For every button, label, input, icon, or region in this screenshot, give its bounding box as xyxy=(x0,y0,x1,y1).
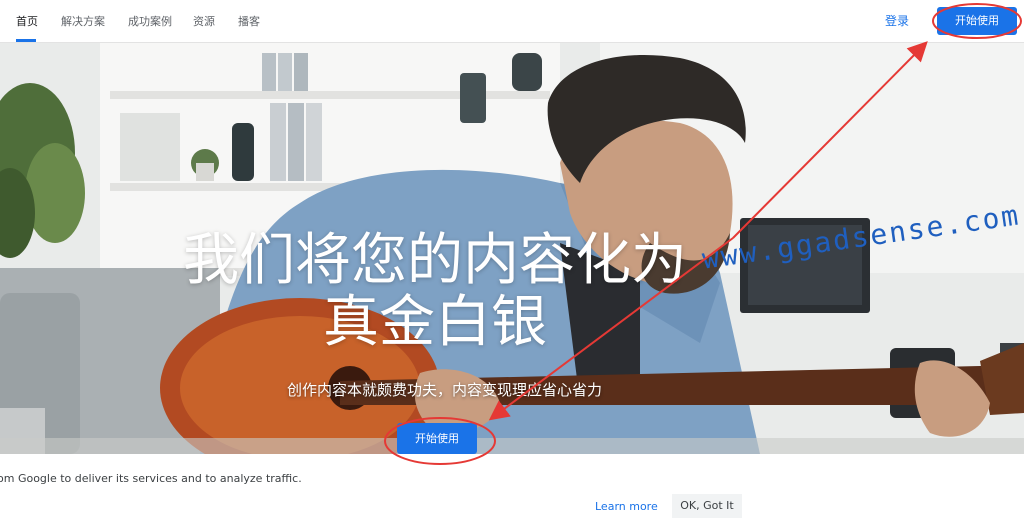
nav-item-solutions[interactable]: 解决方案 xyxy=(61,13,105,29)
hero-subtitle: 创作内容本就颇费功夫，内容变现理应省心省力 xyxy=(287,381,603,399)
cookie-accept-button[interactable]: OK, Got It xyxy=(672,494,742,518)
active-tab-indicator xyxy=(16,39,36,42)
nav-item-podcast[interactable]: 播客 xyxy=(238,13,260,29)
cookie-notice-text: om Google to deliver its services and to… xyxy=(0,472,302,485)
hero-title-line-2: 真金白银 xyxy=(323,290,547,355)
cookie-learn-more-link[interactable]: Learn more xyxy=(595,500,658,513)
nav-item-success-stories[interactable]: 成功案例 xyxy=(128,13,172,29)
nav-item-home[interactable]: 首页 xyxy=(16,13,38,29)
login-link[interactable]: 登录 xyxy=(885,12,909,29)
hero-banner: 我们将您的内容化为 真金白银 创作内容本就颇费功夫，内容变现理应省心省力 开始使… xyxy=(0,43,1024,454)
top-navigation: 首页 解决方案 成功案例 资源 播客 登录 开始使用 xyxy=(0,0,1024,43)
hero-get-started-button[interactable]: 开始使用 xyxy=(397,423,477,454)
nav-get-started-button[interactable]: 开始使用 xyxy=(937,7,1017,35)
nav-item-resources[interactable]: 资源 xyxy=(193,13,215,29)
